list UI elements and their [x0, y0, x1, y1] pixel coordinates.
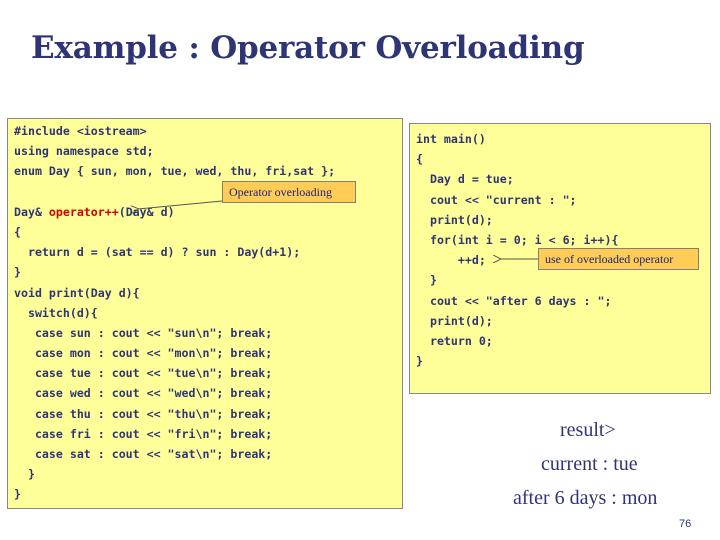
result-line-current: current : tue [541, 453, 638, 475]
result-line-after: after 6 days : mon [513, 487, 658, 509]
result-heading: result> [560, 419, 616, 441]
arrow-to-operator-definition [138, 200, 223, 209]
page-number: 76 [679, 518, 692, 530]
